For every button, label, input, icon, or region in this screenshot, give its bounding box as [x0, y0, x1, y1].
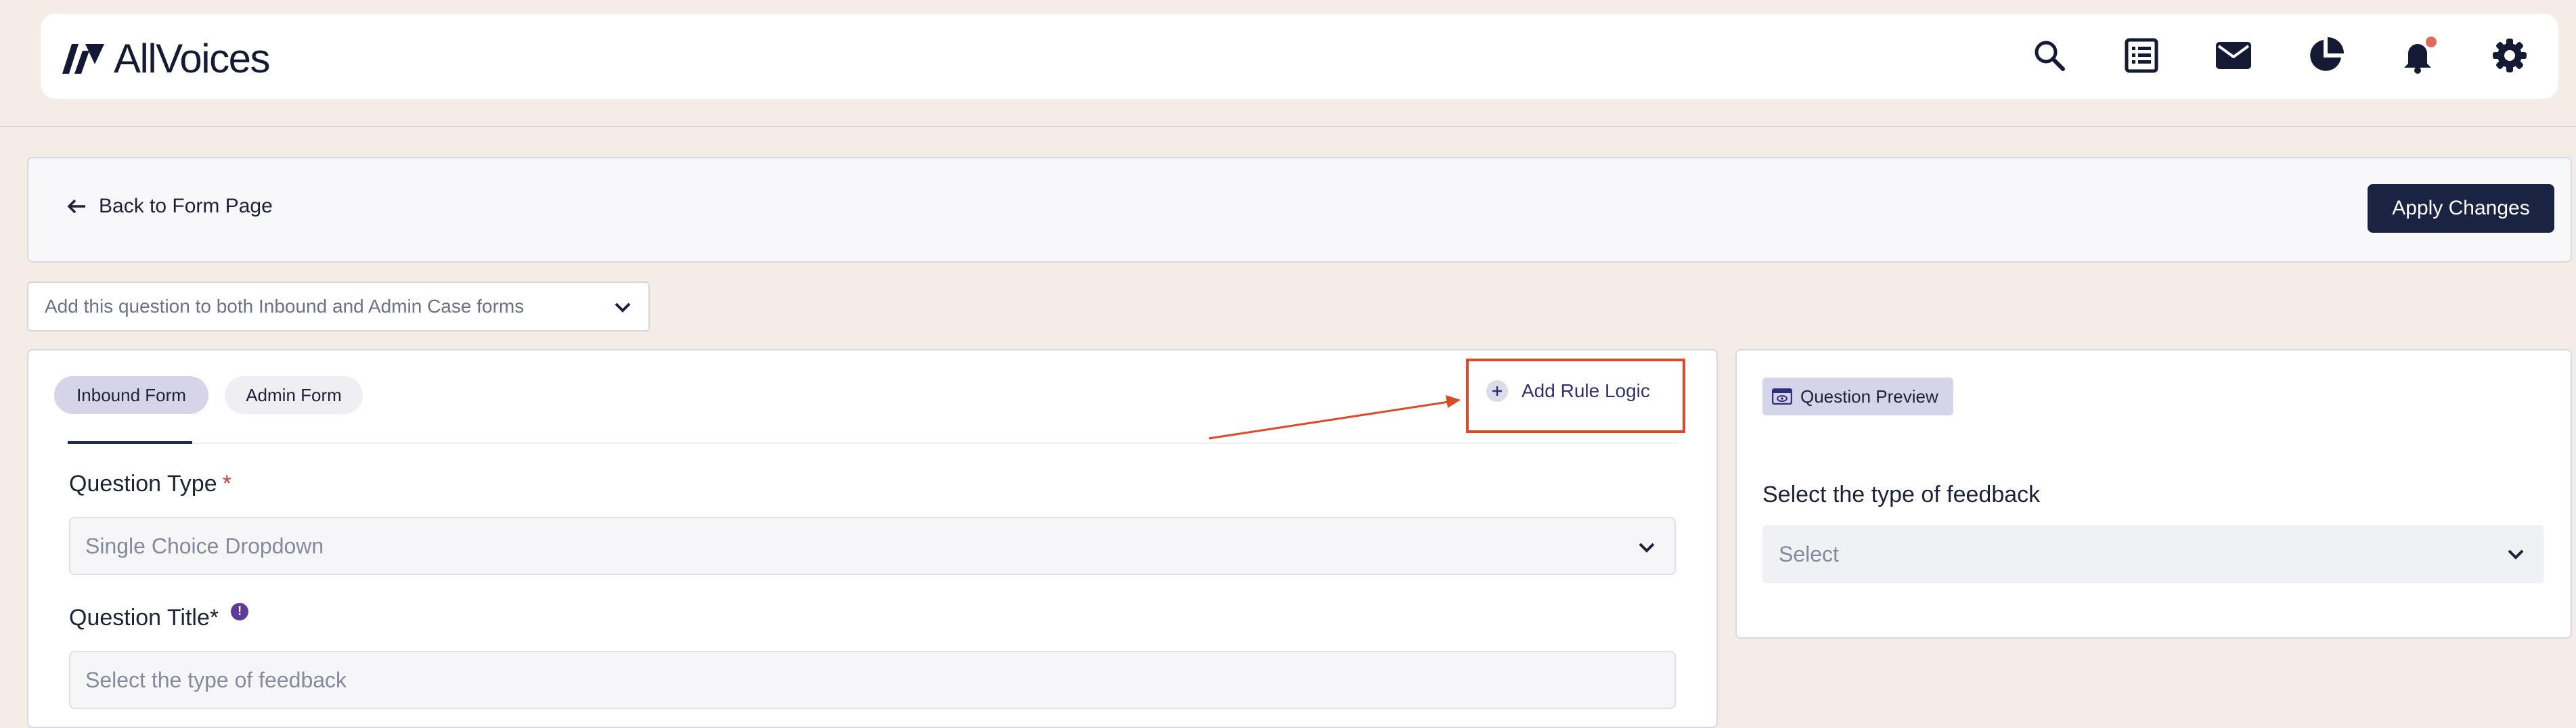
tab-inbound-form[interactable]: Inbound Form: [54, 376, 208, 414]
allvoices-logo-icon: [62, 43, 104, 74]
bell-icon[interactable]: [2399, 35, 2439, 76]
preview-question-text: Select the type of feedback: [1762, 482, 2041, 507]
header-divider: [0, 126, 2576, 127]
tabs-baseline: [68, 442, 1679, 444]
brand-logo[interactable]: AllVoices: [62, 35, 270, 82]
action-toolbar: [27, 157, 2572, 263]
form-scope-value: Add this question to both Inbound and Ad…: [45, 296, 525, 317]
preview-select[interactable]: Select: [1762, 525, 2544, 583]
question-preview-label: Question Preview: [1800, 386, 1938, 407]
preview-select-placeholder: Select: [1779, 541, 1839, 566]
apply-changes-button[interactable]: Apply Changes: [2368, 184, 2554, 233]
back-to-form-link[interactable]: Back to Form Page: [66, 195, 273, 218]
back-link-label: Back to Form Page: [99, 195, 273, 217]
chevron-down-icon: [2508, 549, 2524, 560]
question-type-select[interactable]: Single Choice Dropdown: [69, 517, 1676, 575]
question-title-label: Question Title* !: [69, 602, 249, 631]
arrow-left-icon: [67, 199, 85, 214]
search-icon[interactable]: [2029, 35, 2070, 76]
question-preview-badge: Question Preview: [1762, 378, 1953, 415]
gear-icon[interactable]: [2489, 35, 2530, 76]
plus-icon: [1486, 380, 1508, 402]
required-mark: *: [222, 471, 231, 497]
question-type-label: Question Type *: [69, 471, 231, 497]
add-rule-logic-button[interactable]: Add Rule Logic: [1486, 380, 1650, 402]
chevron-down-icon: [615, 302, 631, 313]
preview-window-icon: [1772, 388, 1792, 405]
info-icon[interactable]: !: [231, 602, 249, 620]
question-title-input[interactable]: Select the type of feedback: [69, 651, 1676, 709]
question-title-value: Select the type of feedback: [85, 667, 347, 692]
tab-admin-form[interactable]: Admin Form: [225, 376, 363, 414]
top-header: [41, 14, 2558, 99]
pie-chart-icon[interactable]: [2305, 35, 2346, 76]
mail-icon[interactable]: [2213, 35, 2254, 76]
active-tab-indicator: [68, 441, 192, 444]
add-rule-logic-label: Add Rule Logic: [1522, 380, 1650, 401]
form-scope-dropdown[interactable]: Add this question to both Inbound and Ad…: [27, 281, 650, 332]
list-icon[interactable]: [2121, 35, 2162, 76]
chevron-down-icon: [1639, 543, 1655, 553]
question-type-value: Single Choice Dropdown: [85, 533, 324, 558]
brand-name: AllVoices: [114, 36, 270, 81]
